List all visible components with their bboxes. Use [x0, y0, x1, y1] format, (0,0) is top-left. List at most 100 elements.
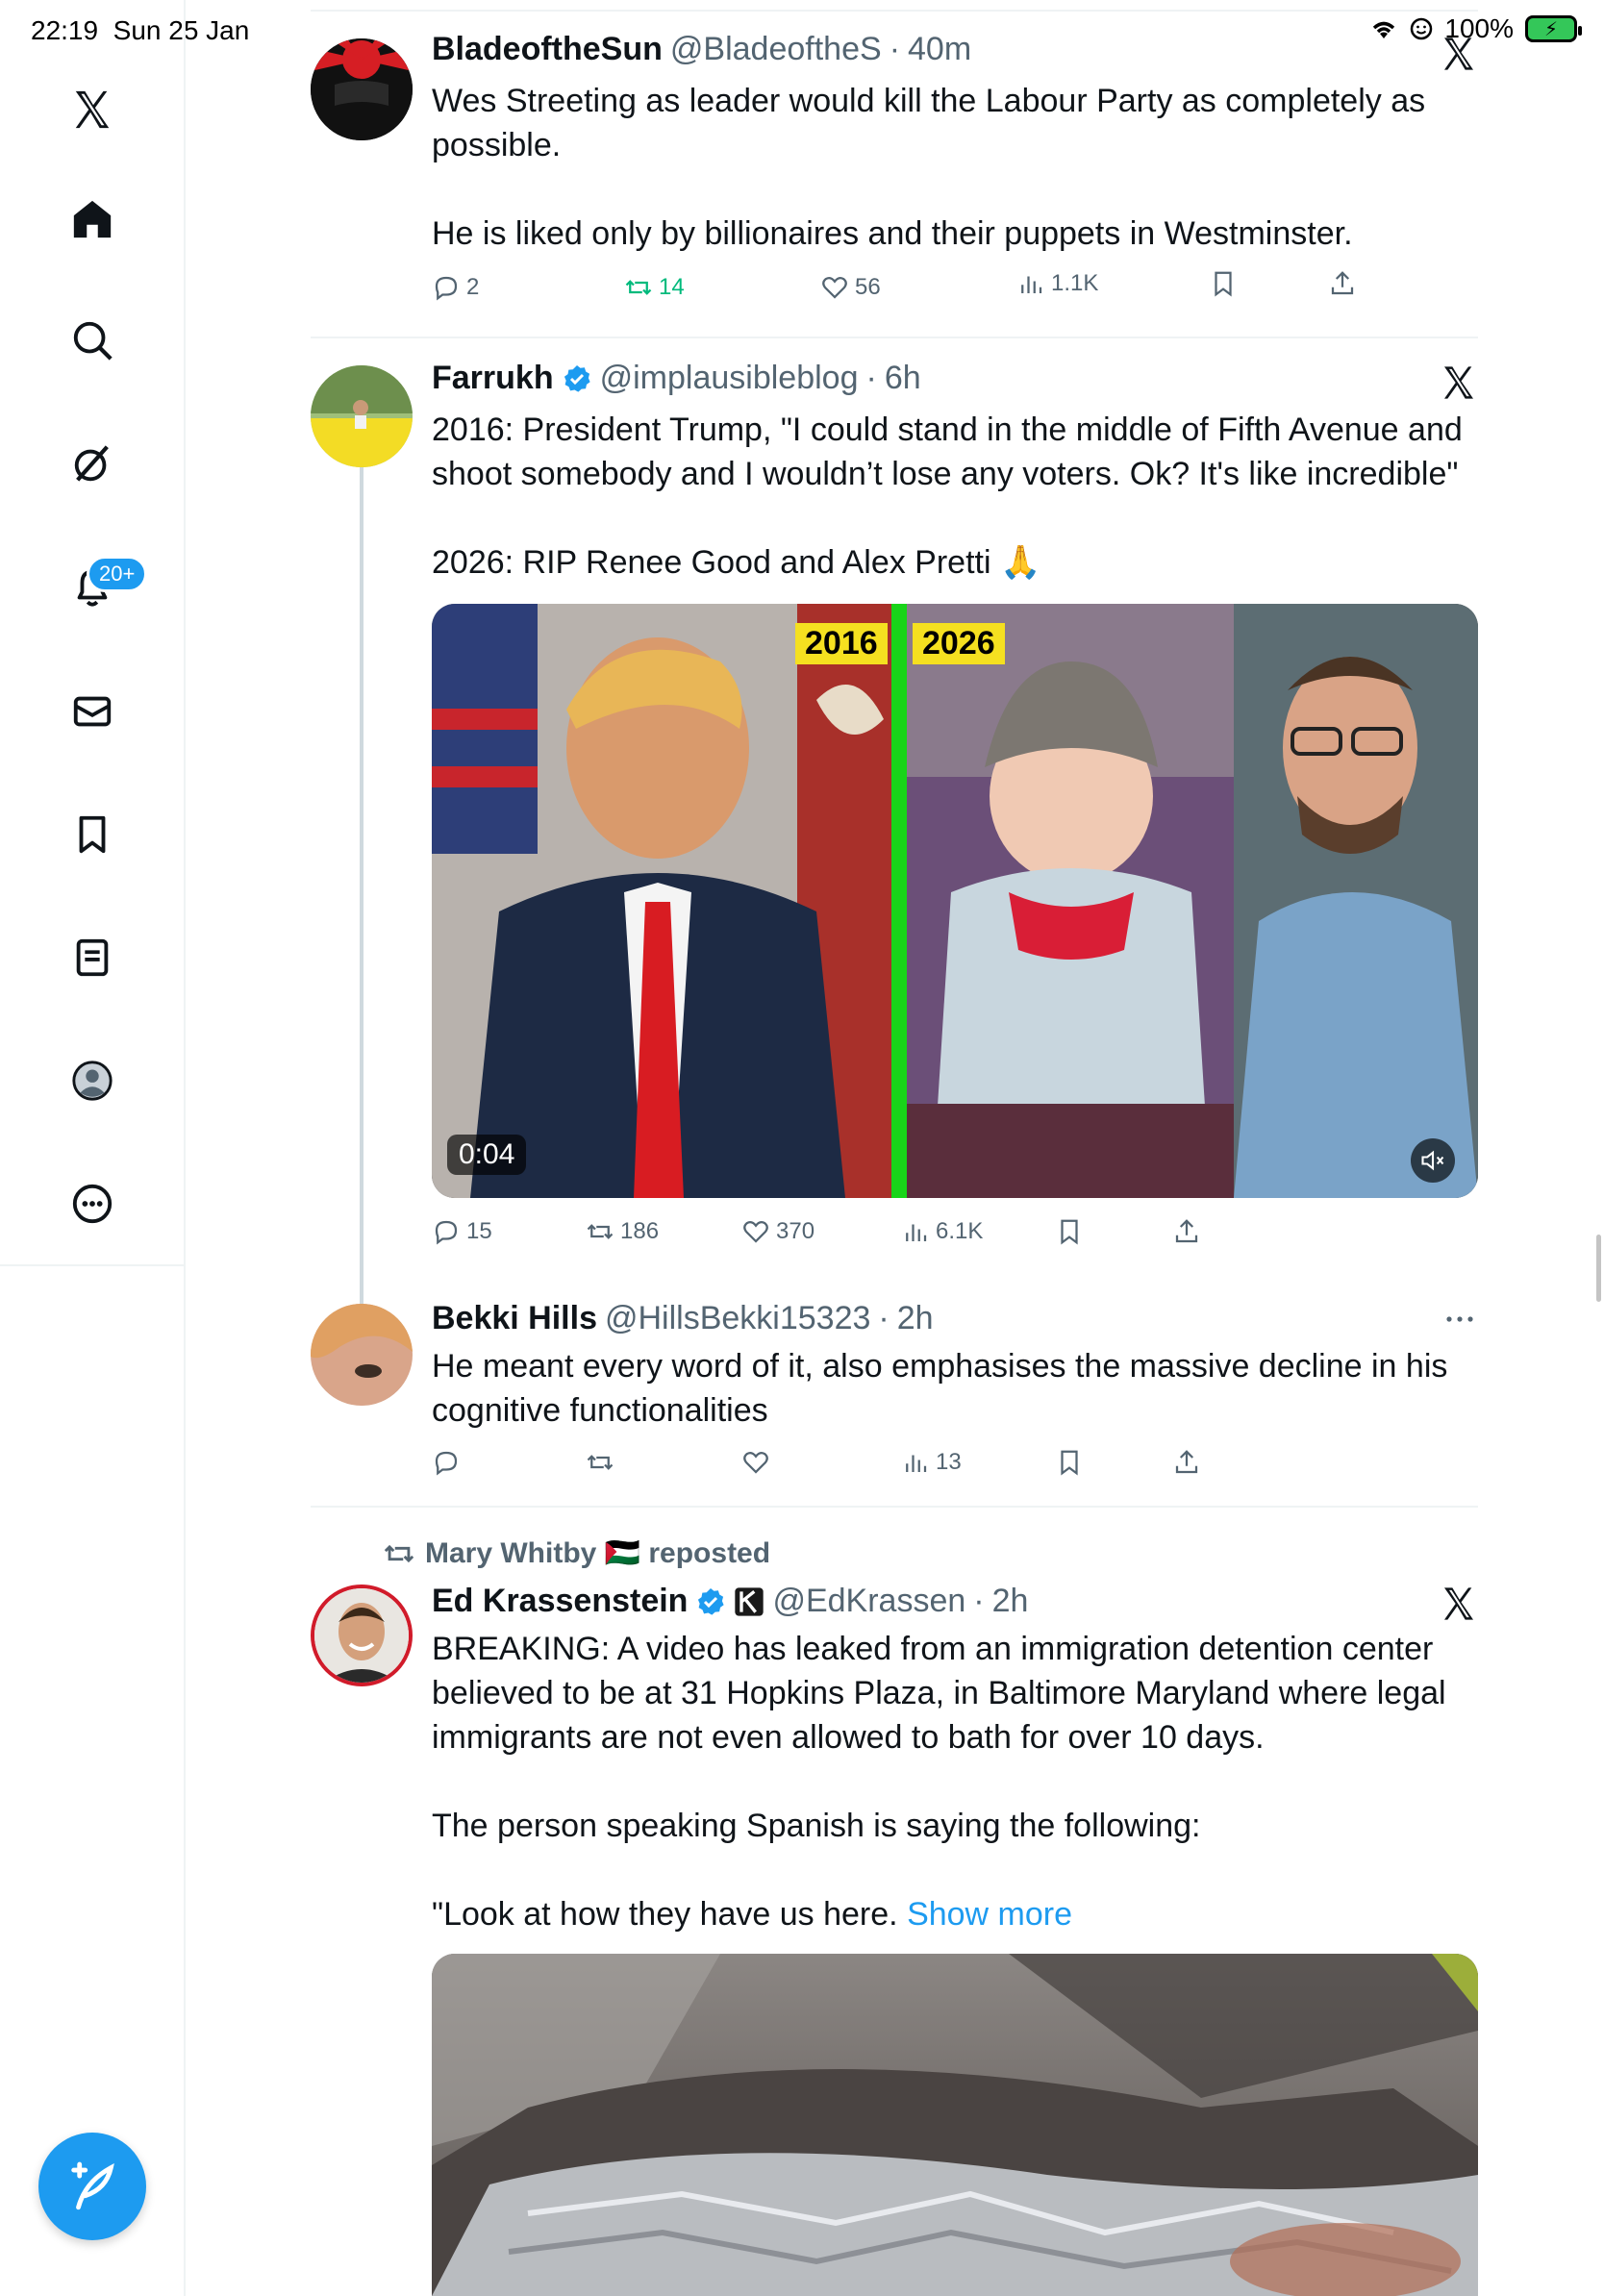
bookmark-icon[interactable] — [63, 806, 121, 863]
x-logo-icon — [1444, 1587, 1473, 1620]
video-player[interactable] — [432, 1954, 1478, 2296]
tweet-paragraph-last: "Look at how they have us here. Show mor… — [432, 1892, 1480, 1936]
tweet-paragraph: BREAKING: A video has leaked from an imm… — [432, 1631, 1446, 1756]
views-button[interactable]: 1.1K — [1016, 269, 1098, 298]
separator-dot: · — [889, 31, 901, 67]
bookmark-icon — [1215, 271, 1232, 297]
author-handle[interactable]: @BladeoftheS — [670, 31, 882, 68]
share-button[interactable] — [1328, 269, 1357, 298]
show-more-link[interactable]: Show more — [907, 1896, 1072, 1933]
bookmark-button[interactable] — [1209, 269, 1238, 298]
profile-icon[interactable] — [63, 1052, 121, 1110]
sidebar-divider — [0, 1264, 185, 1266]
author-name[interactable]: Ed Krassenstein — [432, 1583, 688, 1620]
grok-icon[interactable] — [63, 435, 121, 492]
views-count: 1.1K — [1051, 270, 1099, 296]
search-icon[interactable] — [63, 312, 121, 369]
tweet-time[interactable]: 2h — [992, 1583, 1029, 1620]
repost-button[interactable] — [586, 1448, 620, 1477]
chart-icon — [906, 1455, 927, 1472]
author-handle[interactable]: @HillsBekki15323 — [605, 1300, 870, 1337]
reply-icon — [435, 1451, 458, 1476]
like-button[interactable] — [741, 1448, 776, 1477]
separator-dot: · — [865, 360, 877, 396]
more-icon[interactable] — [63, 1175, 121, 1233]
share-button[interactable] — [1172, 1448, 1201, 1477]
x-logo-icon[interactable] — [63, 81, 121, 138]
reply-button[interactable]: 2 — [432, 273, 479, 302]
year-label-right: 2026 — [913, 623, 1005, 664]
views-button[interactable]: 6.1K — [901, 1217, 983, 1246]
repost-icon — [587, 1224, 614, 1239]
like-count: 56 — [855, 274, 881, 300]
video-thumbnail — [432, 604, 1478, 1198]
tweet-header: Farrukh @implausibleblog · 6h — [432, 360, 921, 397]
avatar[interactable] — [311, 1304, 413, 1406]
mute-button[interactable] — [1411, 1138, 1455, 1183]
tweet-time[interactable]: 6h — [885, 360, 921, 397]
reply-button[interactable] — [432, 1448, 466, 1477]
heart-icon — [822, 277, 847, 299]
views-count: 6.1K — [936, 1218, 984, 1244]
avatar[interactable] — [311, 365, 413, 467]
avatar[interactable] — [311, 38, 413, 140]
reply-count: 15 — [466, 1218, 492, 1244]
reply-button[interactable]: 15 — [432, 1217, 492, 1246]
separator-dot: · — [878, 1300, 890, 1336]
tweet-text: He meant every word of it, also emphasis… — [432, 1344, 1480, 1433]
sidebar: 20+ — [0, 0, 186, 2296]
wifi-icon — [1373, 21, 1395, 38]
repost-by-text: Mary Whitby 🇵🇸 reposted — [425, 1537, 771, 1569]
tweet-paragraph: 2016: President Trump, "I could stand in… — [432, 412, 1463, 492]
verified-badge-icon — [564, 364, 590, 392]
speaker-muted-icon — [1421, 1150, 1444, 1171]
tweet-paragraph: He meant every word of it, also emphasis… — [432, 1348, 1448, 1429]
notifications-badge: 20+ — [87, 556, 148, 592]
views-count: 13 — [936, 1449, 962, 1475]
tweet-text: BREAKING: A video has leaked from an imm… — [432, 1627, 1480, 1936]
reply-count: 2 — [466, 274, 480, 300]
like-button[interactable]: 56 — [820, 273, 881, 302]
tweet-paragraph: "Look at how they have us here. — [432, 1896, 898, 1933]
repost-icon — [384, 1544, 414, 1562]
bookmark-button[interactable] — [1055, 1448, 1084, 1477]
mail-icon[interactable] — [63, 683, 121, 740]
home-icon[interactable] — [63, 190, 121, 248]
author-name[interactable]: Farrukh — [432, 360, 554, 397]
compose-button[interactable] — [38, 2133, 146, 2240]
tweet-paragraph: Wes Streeting as leader would kill the L… — [432, 83, 1426, 163]
affiliate-badge-icon — [735, 1586, 764, 1616]
video-player[interactable]: 2016 2026 0:04 — [432, 604, 1478, 1198]
author-name[interactable]: Bekki Hills — [432, 1300, 597, 1337]
views-button[interactable]: 13 — [901, 1448, 962, 1477]
tweet-text: Wes Streeting as leader would kill the L… — [432, 79, 1480, 256]
share-button[interactable] — [1172, 1217, 1201, 1246]
repost-indicator[interactable]: Mary Whitby 🇵🇸 reposted — [383, 1536, 770, 1570]
divider — [311, 10, 1478, 12]
tweet-time[interactable]: 40m — [908, 31, 971, 68]
bookmark-button[interactable] — [1055, 1217, 1084, 1246]
repost-icon — [625, 280, 652, 295]
avatar[interactable] — [311, 1585, 413, 1686]
author-handle[interactable]: @EdKrassen — [772, 1583, 965, 1620]
repost-button[interactable]: 14 — [624, 273, 685, 302]
divider — [311, 1506, 1478, 1508]
tweet-time[interactable]: 2h — [897, 1300, 934, 1337]
like-button[interactable]: 370 — [741, 1217, 815, 1246]
author-name[interactable]: BladeoftheSun — [432, 31, 663, 68]
verified-badge-icon — [698, 1587, 725, 1615]
lists-icon[interactable] — [63, 929, 121, 986]
video-thumbnail — [432, 1954, 1478, 2296]
x-logo-icon — [1444, 37, 1473, 70]
tweet-header: BladeoftheSun @BladeoftheS · 40m — [432, 31, 971, 68]
scrollbar[interactable] — [1596, 1235, 1601, 1302]
bookmark-icon — [1061, 1450, 1078, 1476]
repost-button[interactable]: 186 — [586, 1217, 659, 1246]
chart-icon — [1021, 276, 1042, 293]
author-handle[interactable]: @implausibleblog — [600, 360, 859, 397]
more-options-icon[interactable] — [1444, 1310, 1475, 1329]
bookmark-icon — [1061, 1219, 1078, 1245]
divider — [311, 337, 1478, 338]
chart-icon — [906, 1224, 927, 1241]
tweet-text: 2016: President Trump, "I could stand in… — [432, 408, 1480, 585]
